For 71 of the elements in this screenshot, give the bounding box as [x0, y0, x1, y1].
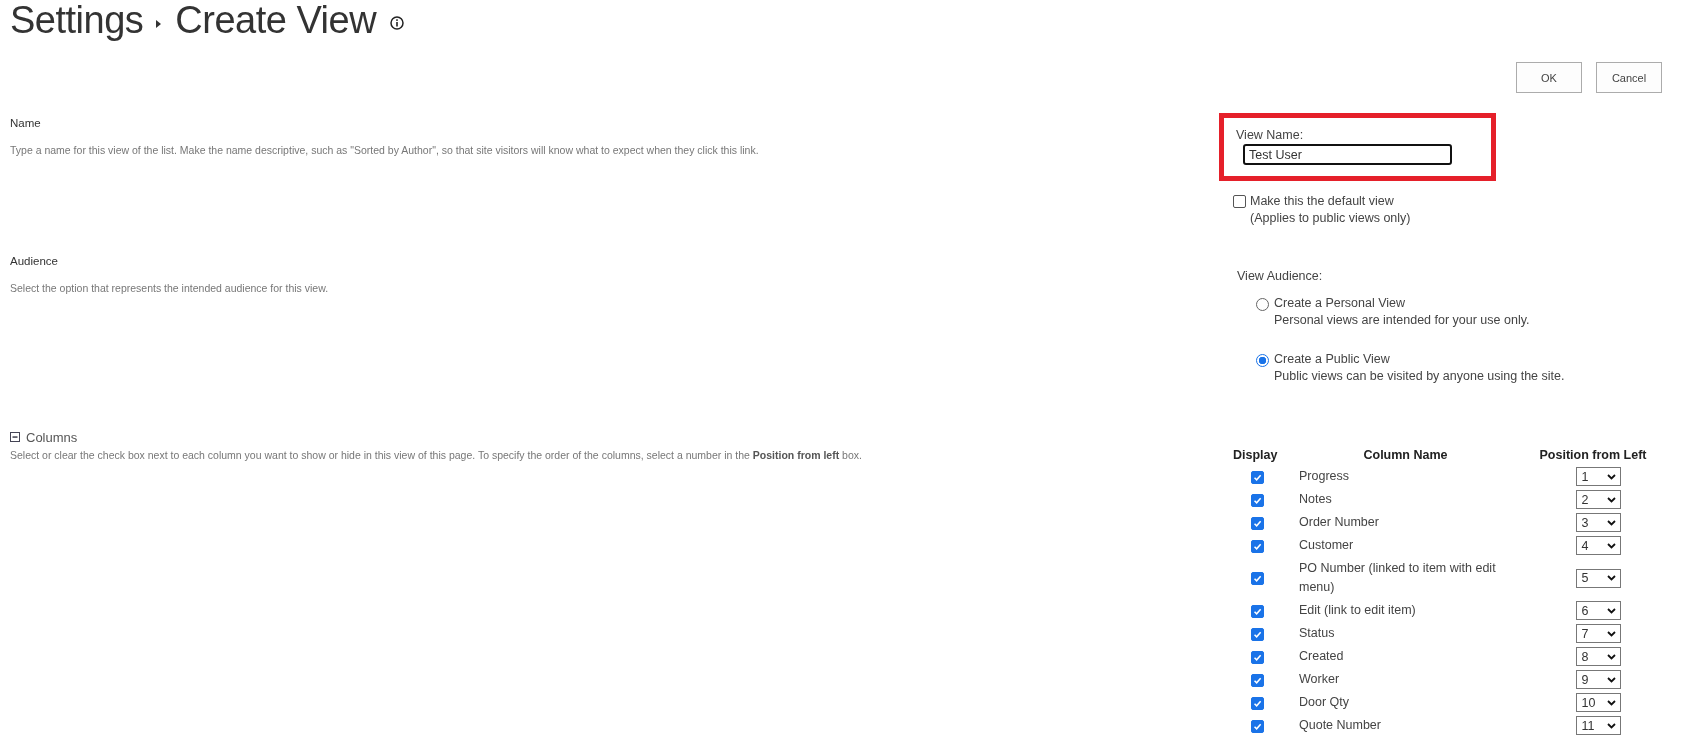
- column-name: Customer: [1299, 538, 1354, 552]
- section-heading: Audience: [10, 255, 58, 267]
- chevron-down-icon: [1606, 630, 1616, 637]
- column-header: Column Name: [1363, 448, 1448, 462]
- section-heading: Columns: [26, 429, 78, 445]
- checkbox[interactable]: [1251, 539, 1264, 553]
- radio-button[interactable]: [1256, 298, 1269, 311]
- chevron-down-icon: [1606, 519, 1616, 526]
- view-name-field[interactable]: Test User: [1243, 144, 1452, 165]
- chevron-down-icon: [1606, 575, 1616, 581]
- page-title: Create View: [175, 0, 377, 40]
- position-dropdown[interactable]: 3: [1575, 513, 1621, 532]
- checkbox[interactable]: [1251, 627, 1264, 641]
- chevron-down-icon: [1606, 542, 1616, 549]
- column-header: Position from Left: [1539, 448, 1647, 462]
- breadcrumb-link[interactable]: Settings: [10, 0, 144, 40]
- chevron-down-icon: [1606, 722, 1616, 729]
- checkbox[interactable]: [1251, 604, 1264, 618]
- column-name: PO Number (linked to item with edit menu): [1299, 561, 1496, 594]
- info-icon: [390, 16, 405, 30]
- field-label: View Audience:: [1237, 269, 1324, 283]
- radio-label: Create a Public View: [1274, 351, 1391, 368]
- position-dropdown[interactable]: 4: [1575, 536, 1621, 555]
- checkbox[interactable]: [1251, 696, 1264, 710]
- position-dropdown[interactable]: 8: [1575, 647, 1621, 666]
- radio-description: Personal views are intended for your use only.: [1274, 312, 1530, 329]
- chevron-down-icon: [1606, 473, 1616, 480]
- checkbox-note: (Applies to public views only): [1250, 210, 1411, 227]
- column-name: Progress: [1299, 469, 1350, 483]
- checkbox[interactable]: [1251, 572, 1264, 586]
- column-name: Edit (link to edit item): [1299, 603, 1416, 617]
- checkbox[interactable]: [1251, 673, 1264, 687]
- column-name: Door Qty: [1299, 695, 1349, 709]
- ok-button[interactable]: OK: [1516, 62, 1582, 93]
- position-dropdown[interactable]: 2: [1575, 490, 1621, 509]
- column-name: Worker: [1299, 672, 1340, 686]
- checkbox[interactable]: [1251, 470, 1264, 484]
- radio-description: Public views can be visited by anyone using the site.: [1274, 368, 1565, 385]
- column-name: Quote Number: [1299, 718, 1381, 732]
- checkbox[interactable]: [1233, 195, 1246, 208]
- section-description: Select or clear the check box next to each column you want to show or hide in this view of this page. To specify the order of the columns, select a number in the Position from left box.: [10, 449, 863, 461]
- checkbox-label: Make this the default view: [1250, 193, 1395, 210]
- checkbox[interactable]: [1251, 719, 1264, 733]
- position-dropdown[interactable]: 9: [1575, 670, 1621, 689]
- section-description: Type a name for this view of the list. Make the name descriptive, such as "Sorted by Author", so that site visitors will know what to expect when they click this link.: [10, 144, 760, 156]
- section-heading: Name: [10, 117, 41, 129]
- checkbox[interactable]: [1251, 650, 1264, 664]
- chevron-down-icon: [1606, 653, 1616, 660]
- field-label: View Name:: [1236, 128, 1305, 142]
- position-dropdown[interactable]: 5: [1575, 568, 1621, 588]
- section-description: Select the option that represents the intended audience for this view.: [10, 282, 330, 294]
- column-name: Created: [1299, 649, 1344, 663]
- chevron-down-icon: [1606, 607, 1616, 614]
- chevron-down-icon: [1606, 496, 1616, 503]
- position-dropdown[interactable]: 11: [1575, 716, 1621, 735]
- column-name: Status: [1299, 626, 1335, 640]
- position-dropdown[interactable]: 7: [1575, 624, 1621, 643]
- checkbox[interactable]: [1251, 516, 1264, 530]
- cancel-button[interactable]: Cancel: [1596, 62, 1662, 93]
- collapse-icon[interactable]: [10, 432, 20, 442]
- chevron-down-icon: [1606, 676, 1616, 683]
- column-name: Order Number: [1299, 515, 1379, 529]
- column-header: Display: [1233, 448, 1278, 462]
- radio-button[interactable]: [1256, 354, 1269, 367]
- position-dropdown[interactable]: 1: [1575, 467, 1621, 486]
- column-name: Notes: [1299, 492, 1332, 506]
- checkbox[interactable]: [1251, 493, 1264, 507]
- chevron-down-icon: [1606, 699, 1616, 706]
- radio-label: Create a Personal View: [1274, 295, 1407, 312]
- position-dropdown[interactable]: 6: [1575, 601, 1621, 620]
- position-dropdown[interactable]: 10: [1575, 693, 1621, 712]
